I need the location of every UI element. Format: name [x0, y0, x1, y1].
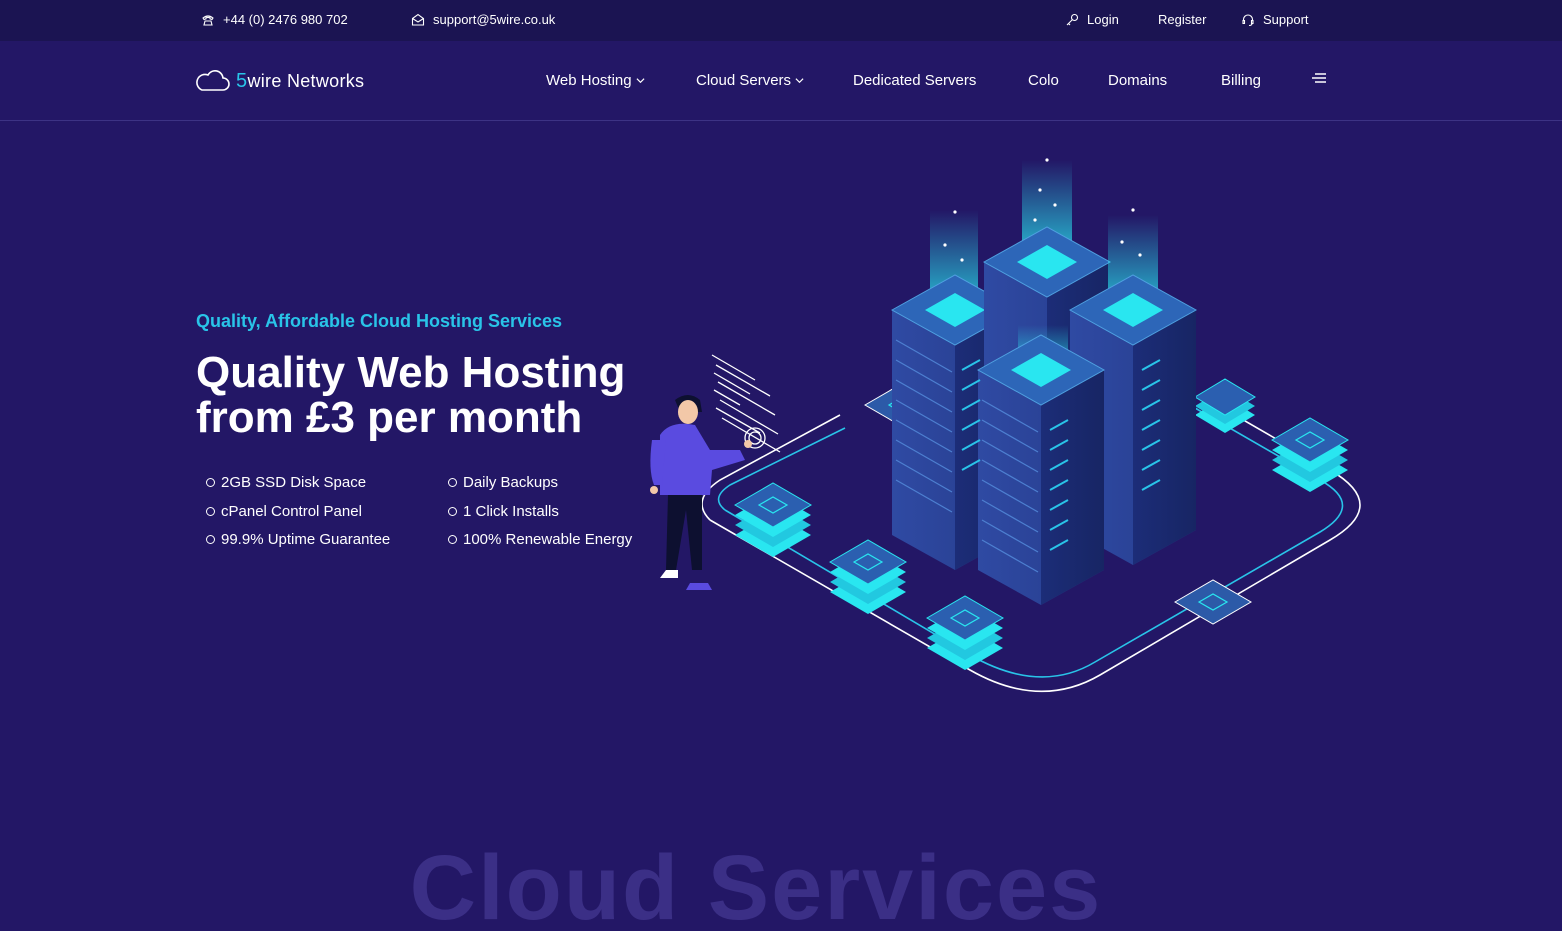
feature-item: 2GB SSD Disk Space — [206, 474, 366, 491]
person-figure — [650, 395, 752, 590]
nav-domains-label: Domains — [1108, 72, 1168, 89]
bullet-icon — [448, 478, 457, 487]
cloud-icon — [196, 70, 230, 91]
feature-item: cPanel Control Panel — [206, 503, 362, 520]
envelope-icon — [411, 13, 425, 26]
headline-line-1: Quality Web Hosting — [196, 348, 626, 397]
top-bar: +44 (0) 2476 980 702 support@5wire.co.uk… — [0, 0, 1562, 41]
login-link[interactable]: Login — [1065, 12, 1119, 27]
feature-item: Daily Backups — [448, 474, 558, 491]
nav-billing[interactable]: Billing — [1221, 72, 1261, 89]
logo-text: 5wire Networks — [236, 70, 364, 93]
feature-text: 100% Renewable Energy — [463, 531, 633, 548]
feature-text: 2GB SSD Disk Space — [221, 474, 367, 491]
site-logo[interactable]: 5wire Networks — [194, 69, 364, 93]
chip-node — [1174, 579, 1252, 625]
bullet-icon — [206, 535, 215, 544]
nav-web-hosting[interactable]: Web Hosting — [546, 72, 645, 89]
hero-headline: Quality Web Hosting from £3 per month — [196, 350, 676, 440]
feature-text: Daily Backups — [463, 474, 559, 491]
bullet-icon — [206, 478, 215, 487]
logo-number: 5 — [236, 69, 248, 92]
bullet-icon — [206, 507, 215, 516]
nav-domains[interactable]: Domains — [1108, 72, 1167, 89]
feature-text: 1 Click Installs — [463, 503, 559, 520]
menu-icon[interactable] — [1311, 72, 1327, 84]
nav-cloud-servers-label: Cloud Servers — [696, 72, 792, 89]
hologram-panel — [711, 354, 781, 453]
chevron-down-icon — [795, 78, 804, 84]
nav-billing-label: Billing — [1221, 72, 1262, 89]
feature-item: 99.9% Uptime Guarantee — [206, 531, 390, 548]
nav-dedicated-servers[interactable]: Dedicated Servers — [853, 72, 976, 89]
phone-contact[interactable]: +44 (0) 2476 980 702 — [201, 12, 348, 27]
key-icon — [1066, 13, 1079, 25]
server-illustration — [650, 158, 1361, 693]
bullet-icon — [448, 535, 457, 544]
feature-item: 100% Renewable Energy — [448, 531, 632, 548]
hero-subtitle: Quality, Affordable Cloud Hosting Servic… — [196, 311, 563, 331]
register-label: Register — [1158, 12, 1207, 27]
main-navigation: 5wire Networks Web Hosting Cloud Servers… — [0, 41, 1562, 121]
nav-colo-label: Colo — [1028, 72, 1059, 89]
feature-item: 1 Click Installs — [448, 503, 559, 520]
register-link[interactable]: Register — [1158, 12, 1206, 27]
nav-cloud-servers[interactable]: Cloud Servers — [696, 72, 804, 89]
phone-number: +44 (0) 2476 980 702 — [223, 12, 348, 27]
feature-text: 99.9% Uptime Guarantee — [221, 531, 391, 548]
nav-dedicated-servers-label: Dedicated Servers — [853, 72, 977, 89]
login-label: Login — [1087, 12, 1119, 27]
email-contact[interactable]: support@5wire.co.uk — [411, 12, 555, 27]
headset-icon — [1242, 13, 1254, 26]
nav-web-hosting-label: Web Hosting — [546, 72, 632, 89]
section-watermark: Cloud Services — [409, 837, 1103, 931]
chevron-down-icon — [636, 78, 645, 84]
email-address: support@5wire.co.uk — [433, 12, 556, 27]
server-tower — [890, 158, 1198, 605]
support-link[interactable]: Support — [1241, 12, 1309, 27]
phone-icon — [202, 14, 214, 26]
feature-text: cPanel Control Panel — [221, 503, 362, 520]
support-label: Support — [1263, 12, 1309, 27]
nav-colo[interactable]: Colo — [1028, 72, 1059, 89]
bullet-icon — [448, 507, 457, 516]
logo-name: wire Networks — [247, 70, 365, 91]
headline-line-2: from £3 per month — [196, 393, 583, 442]
